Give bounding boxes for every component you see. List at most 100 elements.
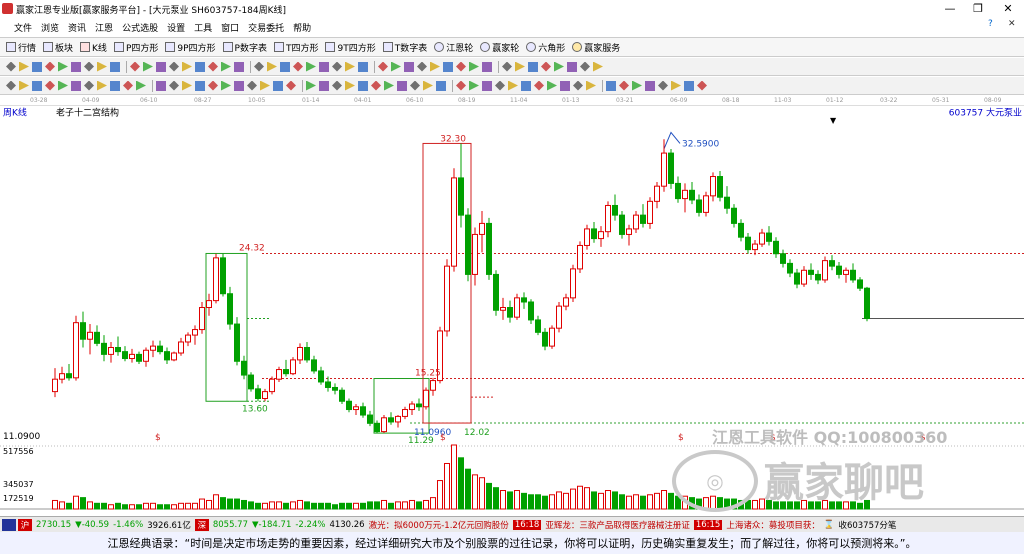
drawing-tool-icon[interactable] [97,61,107,72]
drawing-tool-icon[interactable] [143,61,153,72]
gann-tool-icon[interactable] [384,80,394,91]
drawing-tool-icon[interactable] [541,61,551,72]
drawing-tool-icon[interactable] [306,61,316,72]
gann-tool-icon[interactable] [247,80,257,91]
help-icon[interactable]: ? [988,19,993,29]
gann-tool-icon[interactable] [6,80,16,91]
drawing-tool-icon[interactable] [6,61,16,72]
sz-index-icon[interactable]: 深 [194,518,209,531]
gann-tool-icon[interactable] [286,80,296,91]
drawing-tool-icon[interactable] [332,61,342,72]
gann-tool-icon[interactable] [456,80,466,91]
gann-tool-icon[interactable] [123,80,133,91]
gann-tool-icon[interactable] [58,80,68,91]
drawing-tool-icon[interactable] [32,61,42,72]
drawing-tool-icon[interactable] [443,61,453,72]
menu-tools[interactable]: 工具 [194,21,212,34]
drawing-tool-icon[interactable] [430,61,440,72]
drawing-tool-icon[interactable] [580,61,590,72]
drawing-tool-icon[interactable] [280,61,290,72]
drawing-tool-icon[interactable] [358,61,368,72]
drawing-tool-icon[interactable] [554,61,564,72]
drawing-tool-icon[interactable] [58,61,68,72]
drawing-tool-icon[interactable] [267,61,277,72]
gann-tool-icon[interactable] [319,80,329,91]
gann-tool-icon[interactable] [606,80,616,91]
gann-tool-icon[interactable] [684,80,694,91]
sh-index-icon[interactable]: 沪 [18,518,32,531]
gann-tool-icon[interactable] [345,80,355,91]
gann-tool-icon[interactable] [84,80,94,91]
news-item-3[interactable]: 上海诸众：募投项目获： [726,519,820,531]
gann-tool-icon[interactable] [586,80,596,91]
gann-tool-icon[interactable] [495,80,505,91]
gann-tool-icon[interactable] [371,80,381,91]
close-button[interactable]: ✕ [994,0,1022,18]
gann-tool-icon[interactable] [619,80,629,91]
gann-tool-icon[interactable] [436,80,446,91]
toolbar-9p-square[interactable]: 9P四方形 [165,41,216,54]
drawing-tool-icon[interactable] [482,61,492,72]
drawing-tool-icon[interactable] [169,61,179,72]
gann-tool-icon[interactable] [71,80,81,91]
menu-settings[interactable]: 设置 [167,21,185,34]
dropdown-arrow-icon[interactable]: ▼ [830,116,837,125]
gann-tool-icon[interactable] [410,80,420,91]
gann-tool-icon[interactable] [221,80,231,91]
gann-tool-icon[interactable] [482,80,492,91]
gann-tool-icon[interactable] [423,80,433,91]
drawing-tool-icon[interactable] [156,61,166,72]
gann-tool-icon[interactable] [397,80,407,91]
gann-tool-icon[interactable] [560,80,570,91]
toolbar-p-numtable[interactable]: P数字表 [222,41,267,54]
news-item-2[interactable]: 亚辉龙：三款产品取得医疗器械注册证 [545,519,690,531]
gann-tool-icon[interactable] [32,80,42,91]
gann-tool-icon[interactable] [358,80,368,91]
toolbar-hexagon[interactable]: 六角形 [526,41,565,54]
gann-tool-icon[interactable] [508,80,518,91]
drawing-tool-icon[interactable] [404,61,414,72]
toolbar-kline[interactable]: K线 [80,41,107,54]
toolbar-service[interactable]: 赢家服务 [572,41,620,54]
gann-tool-icon[interactable] [136,80,146,91]
drawing-tool-icon[interactable] [84,61,94,72]
drawing-tool-icon[interactable] [456,61,466,72]
drawing-tool-icon[interactable] [182,61,192,72]
toolbar-p-square[interactable]: P四方形 [113,41,158,54]
gann-tool-icon[interactable] [195,80,205,91]
menu-gann[interactable]: 江恩 [95,21,113,34]
menu-window[interactable]: 窗口 [221,21,239,34]
drawing-tool-icon[interactable] [417,61,427,72]
gann-tool-icon[interactable] [658,80,668,91]
grid-icon[interactable] [2,518,16,531]
toolbar-gann-wheel[interactable]: 江恩轮 [434,41,473,54]
drawing-tool-icon[interactable] [130,61,140,72]
drawing-tool-icon[interactable] [45,61,55,72]
gann-tool-icon[interactable] [156,80,166,91]
drawing-tool-icon[interactable] [469,61,479,72]
drawing-tool-icon[interactable] [71,61,81,72]
gann-tool-icon[interactable] [234,80,244,91]
drawing-tool-icon[interactable] [19,61,29,72]
gann-tool-icon[interactable] [97,80,107,91]
menu-formula[interactable]: 公式选股 [122,21,158,34]
drawing-tool-icon[interactable] [567,61,577,72]
drawing-tool-icon[interactable] [293,61,303,72]
maximize-button[interactable]: ❐ [964,0,992,18]
toolbar-t-numtable[interactable]: T数字表 [382,41,427,54]
drawing-tool-icon[interactable] [502,61,512,72]
menu-trade[interactable]: 交易委托 [248,21,284,34]
gann-tool-icon[interactable] [110,80,120,91]
gann-tool-icon[interactable] [306,80,316,91]
gann-tool-icon[interactable] [697,80,707,91]
chart-area[interactable]: 周K线 老子十二宫结构 ▼ 603757 大元泵业 32.30 32.5900 24… [0,106,1024,516]
gann-tool-icon[interactable] [208,80,218,91]
drawing-tool-icon[interactable] [208,61,218,72]
gann-tool-icon[interactable] [534,80,544,91]
gann-tool-icon[interactable] [671,80,681,91]
toolbar-sector[interactable]: 板块 [43,41,73,54]
drawing-tool-icon[interactable] [234,61,244,72]
gann-tool-icon[interactable] [547,80,557,91]
minimize-button[interactable]: — [936,0,964,18]
toolbar-quote[interactable]: 行情 [6,41,36,54]
